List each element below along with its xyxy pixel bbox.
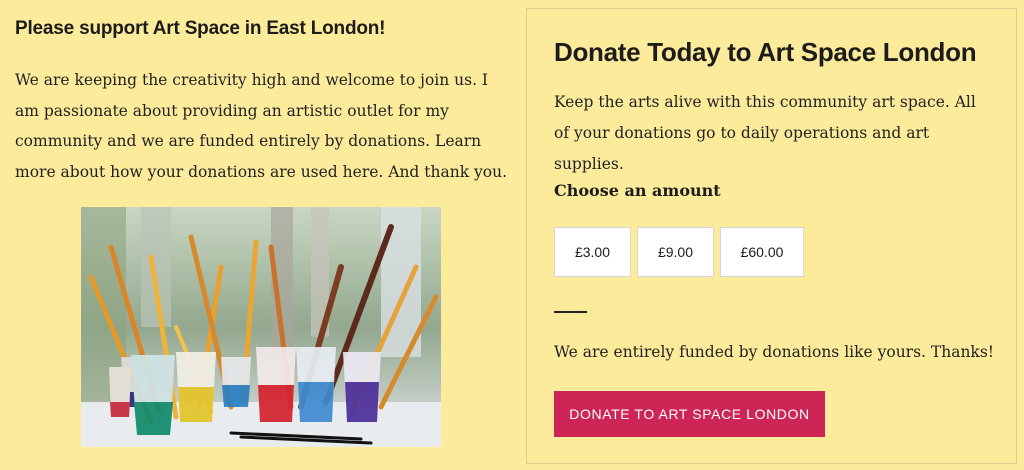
thanks-text: We are entirely funded by donations like… [554, 343, 995, 361]
intro-section: Please support Art Space in East London!… [15, 18, 510, 187]
intro-title: Please support Art Space in East London! [15, 18, 386, 39]
paint-brushes-photo [81, 207, 441, 447]
amount-option-9[interactable]: £9.00 [637, 227, 714, 277]
card-description: Keep the arts alive with this community … [554, 93, 976, 173]
donate-button[interactable]: DONATE TO ART SPACE LONDON [554, 391, 825, 437]
amount-option-3[interactable]: £3.00 [554, 227, 631, 277]
separator [554, 311, 587, 313]
card-title: Donate Today to Art Space London [554, 37, 977, 67]
amount-label: Choose an amount [554, 181, 721, 200]
amount-options: £3.00 £9.00 £60.00 [554, 227, 804, 277]
donation-card: Donate Today to Art Space London Keep th… [526, 8, 1017, 464]
amount-option-60[interactable]: £60.00 [720, 227, 804, 277]
intro-text: We are keeping the creativity high and w… [15, 71, 508, 181]
